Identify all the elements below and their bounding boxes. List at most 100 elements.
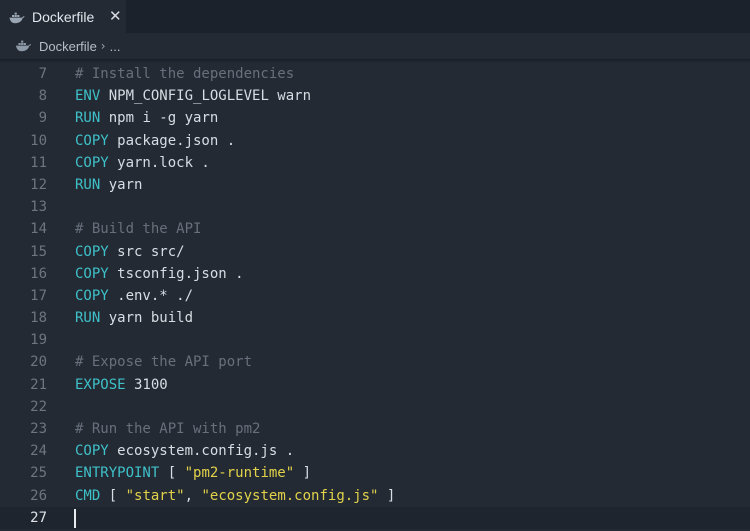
code-line[interactable]: 13 [0, 196, 750, 218]
code-text: RUN yarn build [75, 307, 193, 329]
code-line[interactable]: 19 [0, 329, 750, 351]
tab-label: Dockerfile [32, 8, 95, 25]
code-token-text: yarn build [100, 310, 194, 327]
tab-bar: Dockerfile ✕ [0, 0, 750, 33]
code-token-keyword: COPY [75, 443, 109, 460]
chevron-right-icon: › [100, 39, 106, 53]
code-text: # Build the API [75, 218, 201, 240]
code-token-keyword: ENTRYPOINT [75, 465, 160, 482]
tab-dockerfile[interactable]: Dockerfile ✕ [0, 0, 126, 33]
code-text: ENTRYPOINT [ "pm2-runtime" ] [75, 462, 311, 484]
code-line[interactable]: 24 COPY ecosystem.config.js . [0, 440, 750, 462]
code-token-text: yarn.lock . [108, 154, 210, 171]
code-line[interactable]: 15 COPY src src/ [0, 241, 750, 263]
breadcrumb-more[interactable]: ... [110, 39, 121, 54]
line-number: 10 [30, 132, 47, 149]
code-token-comment: # Install the dependencies [75, 66, 295, 82]
line-number: 16 [30, 265, 47, 282]
line-number: 19 [30, 332, 47, 349]
code-token-string: "pm2-runtime" [184, 465, 295, 482]
code-editor[interactable]: 7 # Install the dependencies 8 ENV NPM_CONF… [0, 63, 750, 529]
docker-whale-icon [15, 40, 32, 52]
code-text: COPY ecosystem.config.js . [75, 440, 294, 462]
code-line[interactable]: 20 # Expose the API port [0, 351, 750, 373]
code-text: EXPOSE 3100 [75, 374, 168, 396]
line-number: 22 [30, 398, 47, 415]
line-number: 14 [30, 221, 47, 238]
code-token-string: "ecosystem.config.js" [201, 487, 379, 504]
code-text: # Install the dependencies [75, 63, 294, 85]
code-token-text: tsconfig.json . [108, 265, 244, 282]
docker-whale-icon [9, 11, 25, 23]
code-text: COPY package.json . [75, 130, 235, 152]
code-text: # Run the API with pm2 [75, 418, 260, 440]
line-number: 13 [30, 199, 47, 216]
line-number: 23 [30, 421, 47, 437]
line-number: 7 [38, 66, 47, 82]
code-token-text: src src/ [108, 243, 185, 260]
code-token-keyword: COPY [75, 154, 109, 171]
text-cursor [74, 508, 76, 528]
code-token-comment: # Build the API [75, 221, 202, 238]
code-line[interactable]: 27 [0, 506, 750, 529]
line-number: 21 [30, 376, 47, 393]
code-token-keyword: RUN [75, 110, 101, 127]
line-number: 27 [30, 509, 47, 526]
code-line[interactable]: 26 CMD [ "start", "ecosystem.config.js" ] [0, 485, 750, 507]
code-token-keyword: COPY [75, 287, 109, 304]
code-text: # Expose the API port [75, 351, 252, 373]
code-token-keyword: COPY [75, 132, 109, 149]
code-token-text: package.json . [108, 132, 236, 149]
code-token-keyword: EXPOSE [75, 376, 126, 393]
code-token-text: yarn [100, 176, 143, 193]
line-number: 26 [30, 487, 47, 504]
code-text: COPY src src/ [75, 241, 185, 263]
code-line[interactable]: 17 COPY .env.* ./ [0, 285, 750, 307]
code-token-comment: # Run the API with pm2 [75, 421, 261, 437]
line-number: 18 [30, 310, 47, 327]
code-token-string: "start" [125, 487, 185, 504]
code-line[interactable]: 9 RUN npm i -g yarn [0, 107, 750, 129]
code-text: COPY .env.* ./ [75, 285, 193, 307]
code-line[interactable]: 11 COPY yarn.lock . [0, 152, 750, 174]
code-line[interactable]: 21 EXPOSE 3100 [0, 374, 750, 396]
line-number: 20 [30, 354, 47, 371]
code-token-keyword: ENV [75, 88, 101, 105]
line-number: 8 [38, 88, 47, 105]
code-line[interactable]: 22 [0, 396, 750, 418]
code-token-comment: # Expose the API port [75, 354, 253, 371]
code-token-text: ] [294, 465, 312, 482]
code-token-text: ] [378, 487, 396, 504]
code-line[interactable]: 12 RUN yarn [0, 174, 750, 196]
code-line[interactable]: 7 # Install the dependencies [0, 63, 750, 85]
code-token-text: 3100 [125, 376, 168, 393]
line-number: 17 [30, 287, 47, 304]
line-number: 12 [30, 176, 47, 193]
code-token-text: .env.* ./ [108, 287, 194, 304]
code-line[interactable]: 8 ENV NPM_CONFIG_LOGLEVEL warn [0, 85, 750, 107]
code-token-text: , [184, 487, 202, 504]
line-number: 9 [38, 110, 47, 127]
code-token-text: [ [159, 465, 185, 482]
close-icon[interactable]: ✕ [109, 7, 122, 25]
code-text: ENV NPM_CONFIG_LOGLEVEL warn [75, 85, 311, 107]
code-token-keyword: COPY [75, 265, 109, 282]
line-number: 24 [30, 443, 47, 460]
code-line[interactable]: 25 ENTRYPOINT [ "pm2-runtime" ] [0, 462, 750, 484]
code-token-text: NPM_CONFIG_LOGLEVEL warn [100, 88, 312, 105]
code-token-keyword: CMD [75, 487, 101, 504]
code-text: COPY tsconfig.json . [75, 263, 244, 285]
code-token-text: npm i -g yarn [100, 110, 219, 127]
code-text: RUN npm i -g yarn [75, 107, 218, 129]
code-line[interactable]: 18 RUN yarn build [0, 307, 750, 329]
breadcrumb-file[interactable]: Dockerfile [39, 39, 97, 54]
line-number: 15 [30, 243, 47, 260]
code-text: COPY yarn.lock . [75, 152, 210, 174]
code-line[interactable]: 14 # Build the API [0, 218, 750, 240]
code-token-keyword: COPY [75, 243, 109, 260]
code-line[interactable]: 23 # Run the API with pm2 [0, 418, 750, 440]
code-token-text: [ [100, 487, 126, 504]
code-line[interactable]: 10 COPY package.json . [0, 130, 750, 152]
code-line[interactable]: 16 COPY tsconfig.json . [0, 263, 750, 285]
line-number: 11 [30, 154, 47, 171]
